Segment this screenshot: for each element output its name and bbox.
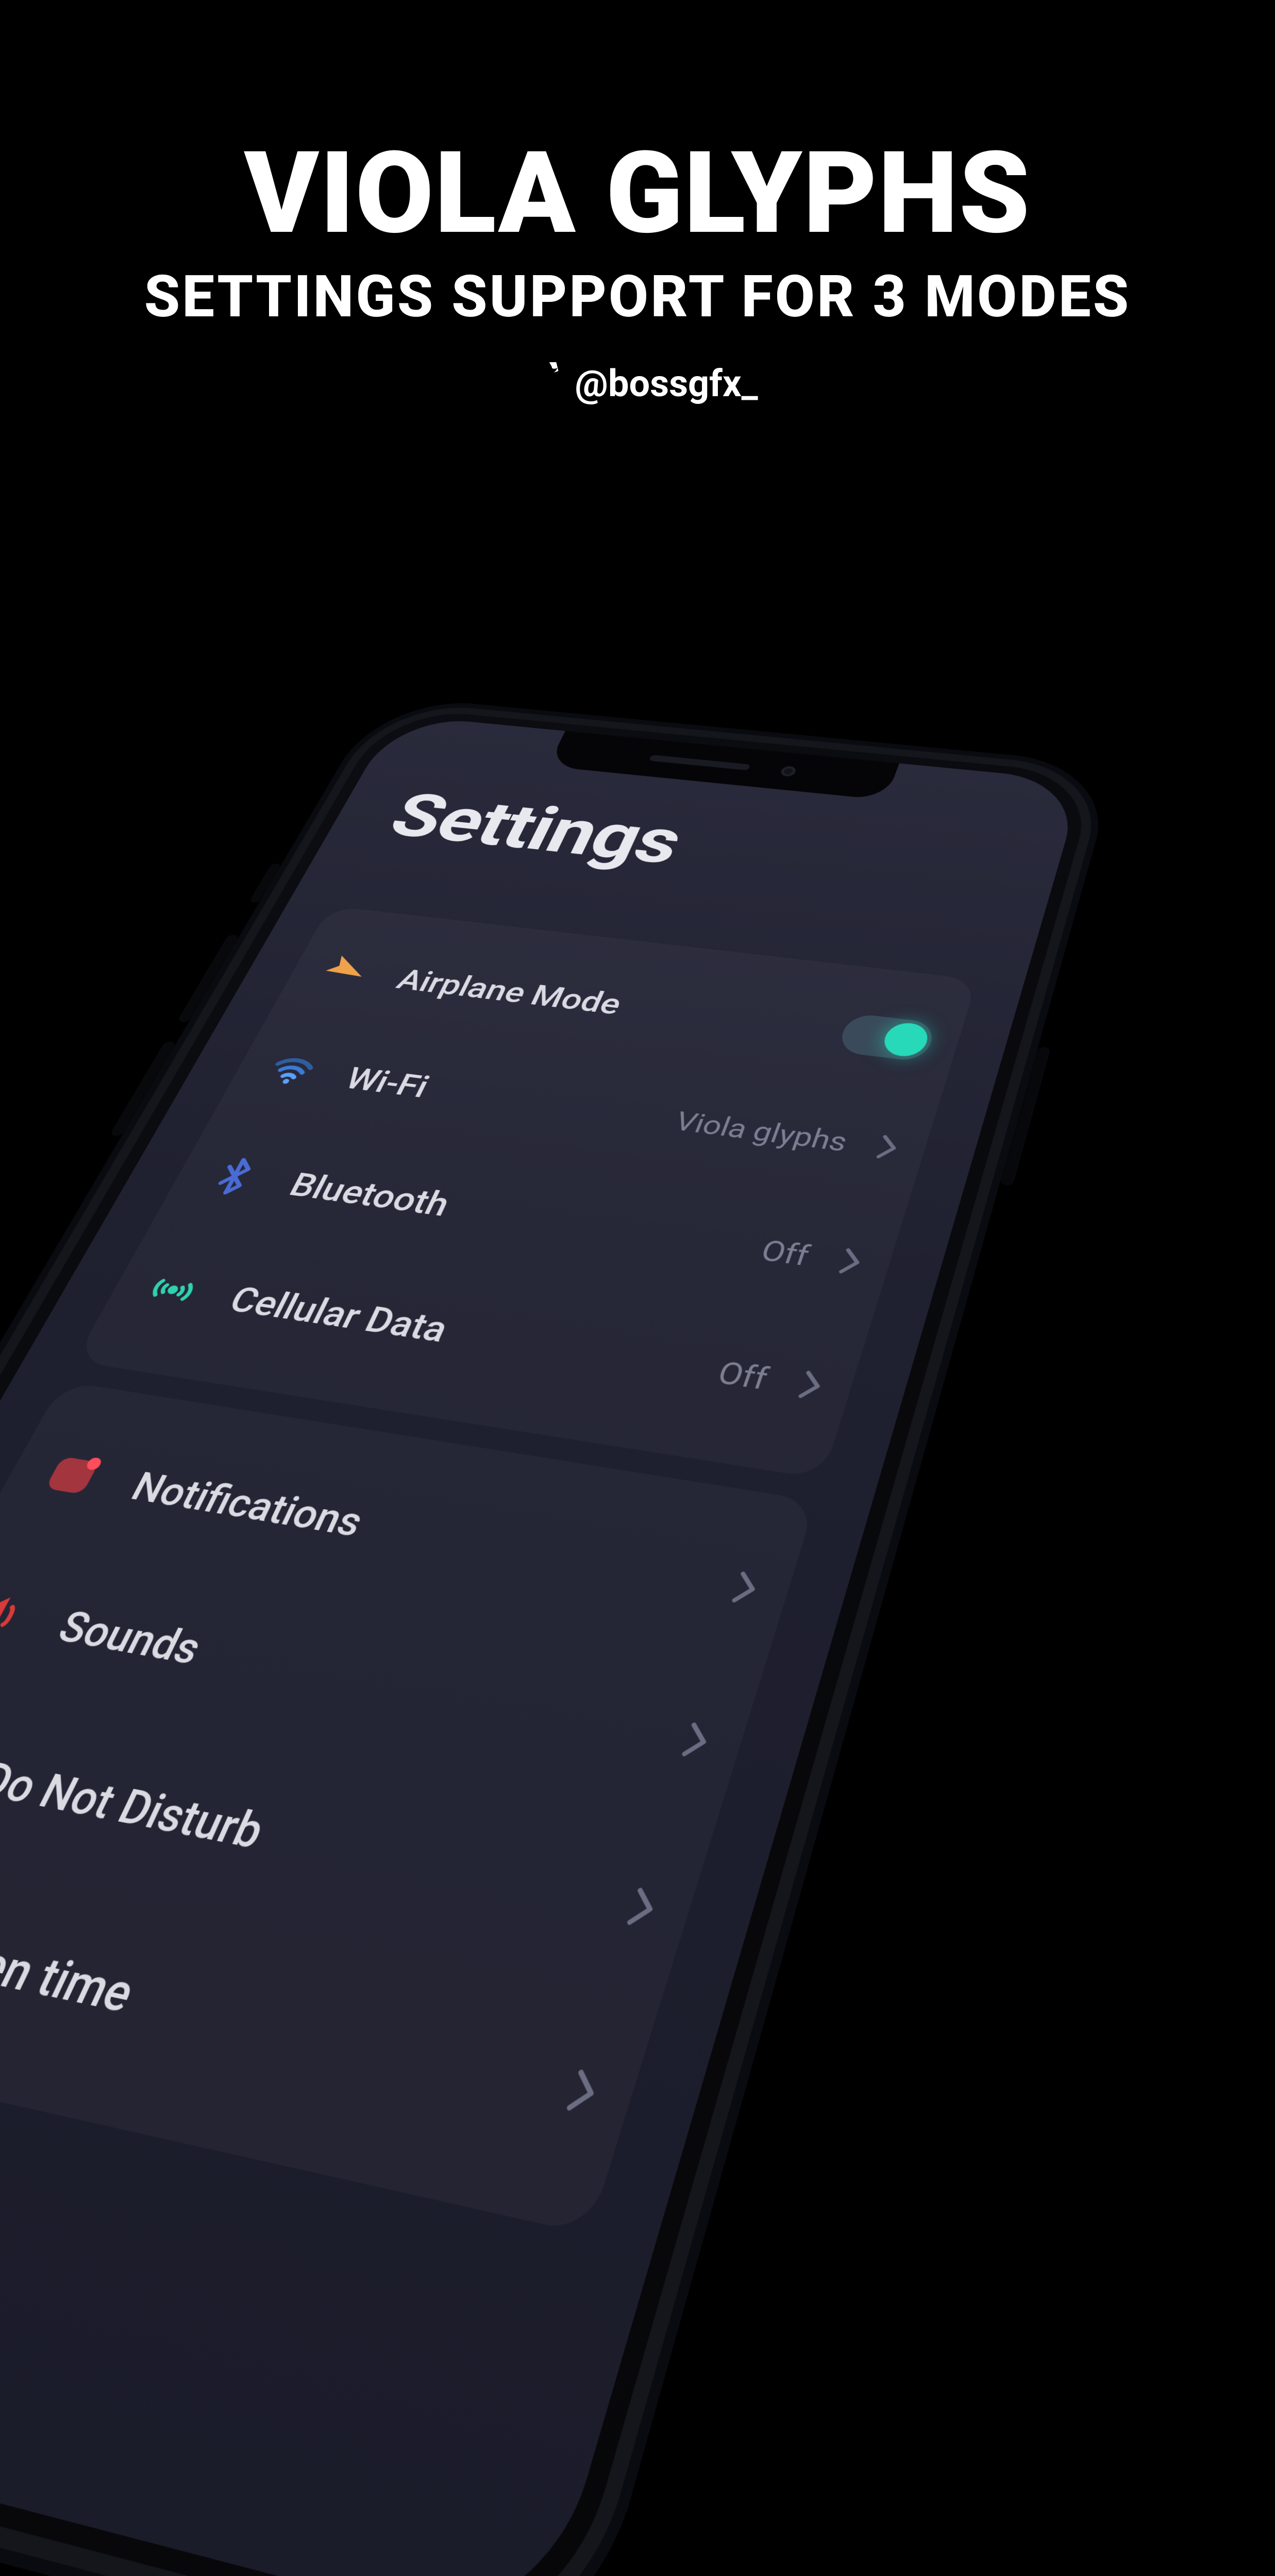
settings-label: Bluetooth	[283, 1166, 456, 1225]
settings-value: Viola glyphs	[670, 1105, 852, 1158]
settings-label: Airplane Mode	[391, 963, 627, 1022]
twitter-icon	[517, 362, 560, 405]
settings-group-system: Notifications Sounds	[0, 1381, 816, 2234]
speaker-grille	[648, 755, 750, 770]
airplane-toggle[interactable]	[836, 1013, 937, 1062]
promo-subtitle: SETTINGS SUPPORT FOR 3 MODES	[0, 263, 1275, 331]
chevron-right-icon	[564, 2067, 602, 2117]
bluetooth-icon	[196, 1153, 273, 1200]
chevron-right-icon	[730, 1569, 762, 1606]
promo-header: VIOLA GLYPHS SETTINGS SUPPORT FOR 3 MODE…	[0, 0, 1275, 408]
page-title: Settings	[377, 781, 694, 878]
promo-handle[interactable]: @bossgfx_	[517, 362, 758, 405]
promo-handle-text: @bossgfx_	[575, 362, 758, 405]
chevron-right-icon	[625, 1886, 660, 1930]
settings-value: Off	[757, 1233, 814, 1273]
cellular-icon	[132, 1264, 212, 1315]
chevron-right-icon	[875, 1133, 901, 1161]
airplane-icon	[310, 953, 380, 993]
notifications-icon	[29, 1447, 114, 1504]
phone-mockup: Settings Airplane Mode	[0, 695, 1117, 2576]
settings-label: Cellular Data	[222, 1279, 455, 1351]
settings-label: Notifications	[124, 1464, 371, 1547]
phone-screen: Settings Airplane Mode	[0, 715, 1083, 2576]
settings-label: Sounds	[49, 1602, 209, 1675]
chevron-right-icon	[837, 1247, 865, 1277]
settings-label: Wi-Fi	[339, 1061, 435, 1105]
front-camera	[779, 766, 797, 777]
settings-label: Do Not Disturb	[0, 1752, 273, 1860]
wifi-icon	[255, 1049, 328, 1092]
chevron-right-icon	[680, 1720, 713, 1761]
sounds-icon	[0, 1583, 42, 1646]
settings-value: Off	[713, 1353, 773, 1397]
promo-title: VIOLA GLYPHS	[0, 134, 1275, 253]
chevron-right-icon	[796, 1369, 826, 1402]
